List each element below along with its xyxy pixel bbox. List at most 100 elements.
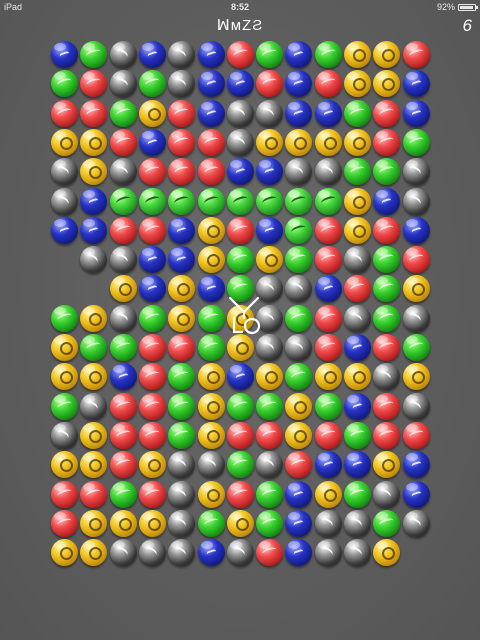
ball-black-white[interactable] (110, 41, 137, 68)
ball-black-white[interactable] (80, 393, 107, 420)
ball-black-white[interactable] (373, 481, 400, 508)
ball-blue[interactable] (51, 217, 78, 244)
ball-blue[interactable] (227, 158, 254, 185)
ball-blue[interactable] (198, 41, 225, 68)
ball-blue[interactable] (315, 451, 342, 478)
ball-yellow[interactable] (344, 363, 371, 390)
ball-black-white[interactable] (344, 510, 371, 537)
ball-yellow[interactable] (227, 334, 254, 361)
ball-red[interactable] (344, 275, 371, 302)
ball-red[interactable] (403, 41, 430, 68)
ball-blue[interactable] (403, 217, 430, 244)
ball-black-white[interactable] (168, 481, 195, 508)
ball-green[interactable] (285, 363, 312, 390)
ball-red[interactable] (198, 129, 225, 156)
ball-black-white[interactable] (256, 334, 283, 361)
ball-yellow[interactable] (80, 539, 107, 566)
ball-yellow[interactable] (51, 451, 78, 478)
ball-black-white[interactable] (256, 451, 283, 478)
ball-yellow[interactable] (344, 188, 371, 215)
ball-black-white[interactable] (168, 539, 195, 566)
ball-black-white[interactable] (51, 158, 78, 185)
ball-green[interactable] (51, 393, 78, 420)
ball-black-white[interactable] (227, 100, 254, 127)
ball-yellow[interactable] (168, 275, 195, 302)
ball-green[interactable] (256, 481, 283, 508)
ball-green[interactable] (256, 188, 283, 215)
ball-yellow[interactable] (344, 70, 371, 97)
ball-green[interactable] (285, 188, 312, 215)
ball-red[interactable] (139, 422, 166, 449)
ball-red[interactable] (403, 422, 430, 449)
ball-green[interactable] (139, 70, 166, 97)
ball-black-white[interactable] (110, 305, 137, 332)
ball-blue[interactable] (344, 334, 371, 361)
ball-green[interactable] (315, 41, 342, 68)
ball-red[interactable] (315, 70, 342, 97)
ball-blue[interactable] (80, 188, 107, 215)
ball-green[interactable] (403, 334, 430, 361)
ball-yellow[interactable] (51, 334, 78, 361)
ball-blue[interactable] (403, 451, 430, 478)
ball-yellow[interactable] (198, 246, 225, 273)
ball-green[interactable] (256, 393, 283, 420)
ball-blue[interactable] (139, 129, 166, 156)
ball-yellow[interactable] (315, 363, 342, 390)
ball-yellow[interactable] (51, 129, 78, 156)
ball-black-white[interactable] (403, 305, 430, 332)
ball-yellow[interactable] (168, 305, 195, 332)
ball-green[interactable] (373, 158, 400, 185)
ball-yellow[interactable] (139, 451, 166, 478)
ball-black-white[interactable] (110, 539, 137, 566)
ball-black-white[interactable] (110, 246, 137, 273)
ball-black-white[interactable] (51, 188, 78, 215)
ball-red[interactable] (256, 70, 283, 97)
ball-yellow[interactable] (139, 100, 166, 127)
ball-yellow[interactable] (315, 129, 342, 156)
ball-blue[interactable] (344, 393, 371, 420)
ball-green[interactable] (168, 422, 195, 449)
ball-green[interactable] (80, 41, 107, 68)
ball-blue[interactable] (315, 275, 342, 302)
ball-red[interactable] (373, 129, 400, 156)
ball-black-white[interactable] (168, 451, 195, 478)
ball-yellow[interactable] (285, 422, 312, 449)
ball-green[interactable] (110, 100, 137, 127)
ball-red[interactable] (315, 217, 342, 244)
ball-green[interactable] (285, 246, 312, 273)
ball-green[interactable] (344, 422, 371, 449)
ball-blue[interactable] (373, 188, 400, 215)
ball-red[interactable] (285, 451, 312, 478)
ball-green[interactable] (227, 275, 254, 302)
ball-yellow[interactable] (110, 510, 137, 537)
ball-black-white[interactable] (403, 158, 430, 185)
ball-green[interactable] (315, 393, 342, 420)
ball-red[interactable] (256, 539, 283, 566)
ball-green[interactable] (198, 188, 225, 215)
ball-black-white[interactable] (315, 510, 342, 537)
ball-yellow[interactable] (80, 422, 107, 449)
ball-green[interactable] (256, 41, 283, 68)
ball-yellow[interactable] (139, 510, 166, 537)
ball-red[interactable] (373, 217, 400, 244)
ball-green[interactable] (344, 100, 371, 127)
ball-red[interactable] (227, 217, 254, 244)
ball-red[interactable] (139, 158, 166, 185)
ball-black-white[interactable] (256, 275, 283, 302)
ball-yellow[interactable] (373, 451, 400, 478)
ball-yellow[interactable] (80, 129, 107, 156)
ball-red[interactable] (256, 422, 283, 449)
ball-green[interactable] (227, 188, 254, 215)
ball-blue[interactable] (51, 41, 78, 68)
ball-blue[interactable] (139, 41, 166, 68)
ball-yellow[interactable] (403, 275, 430, 302)
ball-red[interactable] (168, 158, 195, 185)
ball-black-white[interactable] (80, 246, 107, 273)
ball-yellow[interactable] (198, 393, 225, 420)
ball-red[interactable] (110, 217, 137, 244)
ball-green[interactable] (80, 334, 107, 361)
ball-black-white[interactable] (403, 393, 430, 420)
ball-red[interactable] (227, 481, 254, 508)
ball-black-white[interactable] (139, 539, 166, 566)
ball-red[interactable] (227, 422, 254, 449)
